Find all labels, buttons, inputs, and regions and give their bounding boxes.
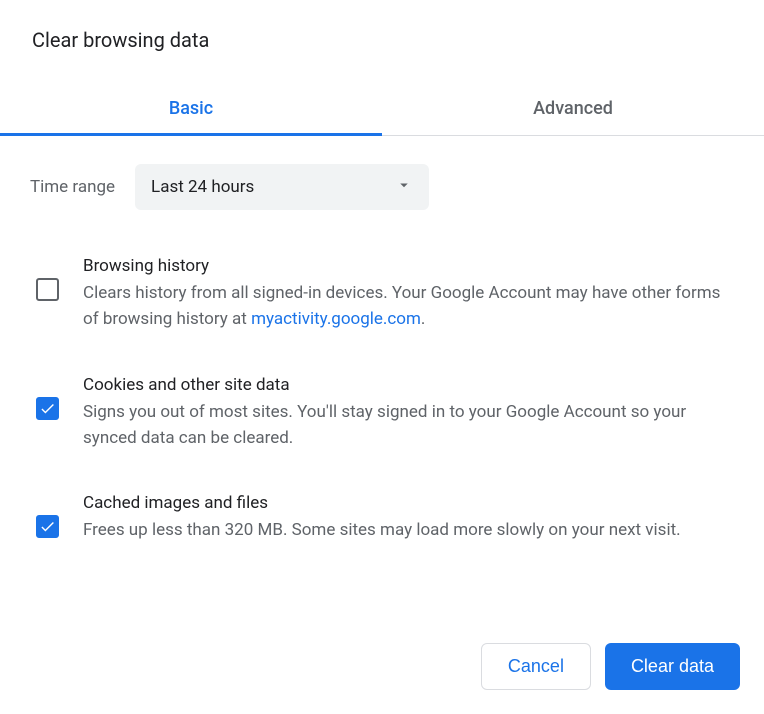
tab-basic[interactable]: Basic [0,80,382,135]
tabs: Basic Advanced [0,80,764,136]
checkmark-icon [39,518,56,535]
option-title: Cookies and other site data [83,375,734,395]
myactivity-link[interactable]: myactivity.google.com [251,309,421,329]
option-cookies: Cookies and other site data Signs you ou… [30,375,734,452]
option-cached: Cached images and files Frees up less th… [30,493,734,543]
checkbox-cookies[interactable] [36,397,59,420]
checkbox-cached[interactable] [36,515,59,538]
tab-advanced[interactable]: Advanced [382,80,764,135]
option-title: Browsing history [83,256,734,276]
option-desc: Signs you out of most sites. You'll stay… [83,399,734,452]
option-browsing-history: Browsing history Clears history from all… [30,256,734,333]
time-range-label: Time range [30,177,115,197]
time-range-select[interactable]: Last 24 hours [135,164,429,210]
dropdown-icon [395,176,413,198]
option-desc: Clears history from all signed-in device… [83,280,734,333]
checkbox-browsing-history[interactable] [36,278,59,301]
option-text: Cookies and other site data Signs you ou… [83,375,734,452]
dialog-content: Time range Last 24 hours Browsing histor… [0,136,764,643]
clear-browsing-data-dialog: Clear browsing data Basic Advanced Time … [0,0,764,714]
option-desc-post: . [421,309,425,329]
clear-data-button[interactable]: Clear data [605,643,740,690]
option-desc: Frees up less than 320 MB. Some sites ma… [83,517,734,543]
checkmark-icon [39,400,56,417]
cancel-button[interactable]: Cancel [481,643,591,690]
dialog-title: Clear browsing data [0,0,764,80]
time-range-row: Time range Last 24 hours [30,164,734,210]
dialog-footer: Cancel Clear data [0,643,764,714]
option-text: Browsing history Clears history from all… [83,256,734,333]
option-title: Cached images and files [83,493,734,513]
option-text: Cached images and files Frees up less th… [83,493,734,543]
time-range-value: Last 24 hours [151,177,254,197]
